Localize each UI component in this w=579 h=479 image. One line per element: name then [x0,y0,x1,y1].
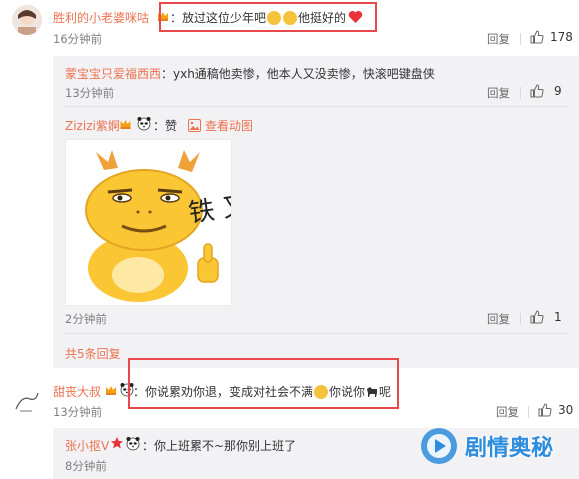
more-replies-link[interactable]: 共5条回复 [65,345,121,362]
divider [520,87,521,99]
reply-time: 8分钟前 [65,459,107,473]
reply-button[interactable]: 回复 [496,404,519,420]
reply-text: ：赞 [153,119,178,133]
comment-time: 16分钟前 [53,32,103,46]
like-count: 1 [554,310,562,324]
thumbs-up-icon [530,310,544,324]
comment-time: 13分钟前 [53,405,103,419]
reply-button[interactable]: 回复 [487,311,510,327]
thumbs-up-icon [530,84,544,98]
like-count: 30 [558,403,574,417]
crown-badge-icon [104,383,118,400]
reply-button[interactable]: 回复 [487,31,510,47]
highlight-box [159,2,377,32]
avatar-image [15,392,39,412]
like-count: 9 [554,84,562,98]
reply-text: ：你上班累不~那你别上班了 [142,439,297,453]
like-button[interactable]: 1 [530,310,562,324]
reply-time: 2分钟前 [65,312,107,326]
star-badge-icon [110,436,124,453]
like-button[interactable]: 178 [530,30,573,44]
watermark-text: 剧情奥秘 [465,436,554,461]
watermark: 剧情奥秘 [419,424,577,468]
view-image-link[interactable]: 查看动图 [188,117,253,134]
divider-line [63,106,569,107]
reply-username[interactable]: 张小抠V [65,437,109,454]
watermark-logo-icon [421,428,457,464]
sticker-image[interactable]: 铁 又 [65,139,251,306]
avatar[interactable] [12,5,42,35]
thumbs-up-icon [538,403,552,417]
crown-badge-icon [118,117,133,134]
reply-time: 13分钟前 [65,86,115,100]
comment-username[interactable]: 甜丧大叔 [53,383,101,400]
like-button[interactable]: 9 [530,84,562,98]
comment-username[interactable]: 胜利的小老婆咪咕 [53,9,149,26]
reply-username[interactable]: 蒙宝宝只爱福西西 [65,65,161,82]
reply-button[interactable]: 回复 [487,85,510,101]
like-button[interactable]: 30 [538,403,573,417]
highlight-box [128,358,399,409]
view-image-label: 查看动图 [205,119,254,133]
reply-text: ：yxh通稿他卖惨，他本人又没卖惨，快滚吧键盘侠 [161,67,435,81]
like-count: 178 [550,30,573,44]
image-icon [188,119,201,132]
reply-username[interactable]: Zizizi紫婀 [65,117,120,134]
panda-icon [125,435,141,454]
divider [520,33,521,45]
dragon-sticker-icon: 铁 又 [85,150,251,302]
divider-line [63,333,569,334]
avatar[interactable] [12,387,42,417]
avatar-image [12,5,42,35]
thumbs-up-icon [530,30,544,44]
divider [520,313,521,325]
panda-icon [136,115,152,134]
divider [528,406,529,418]
